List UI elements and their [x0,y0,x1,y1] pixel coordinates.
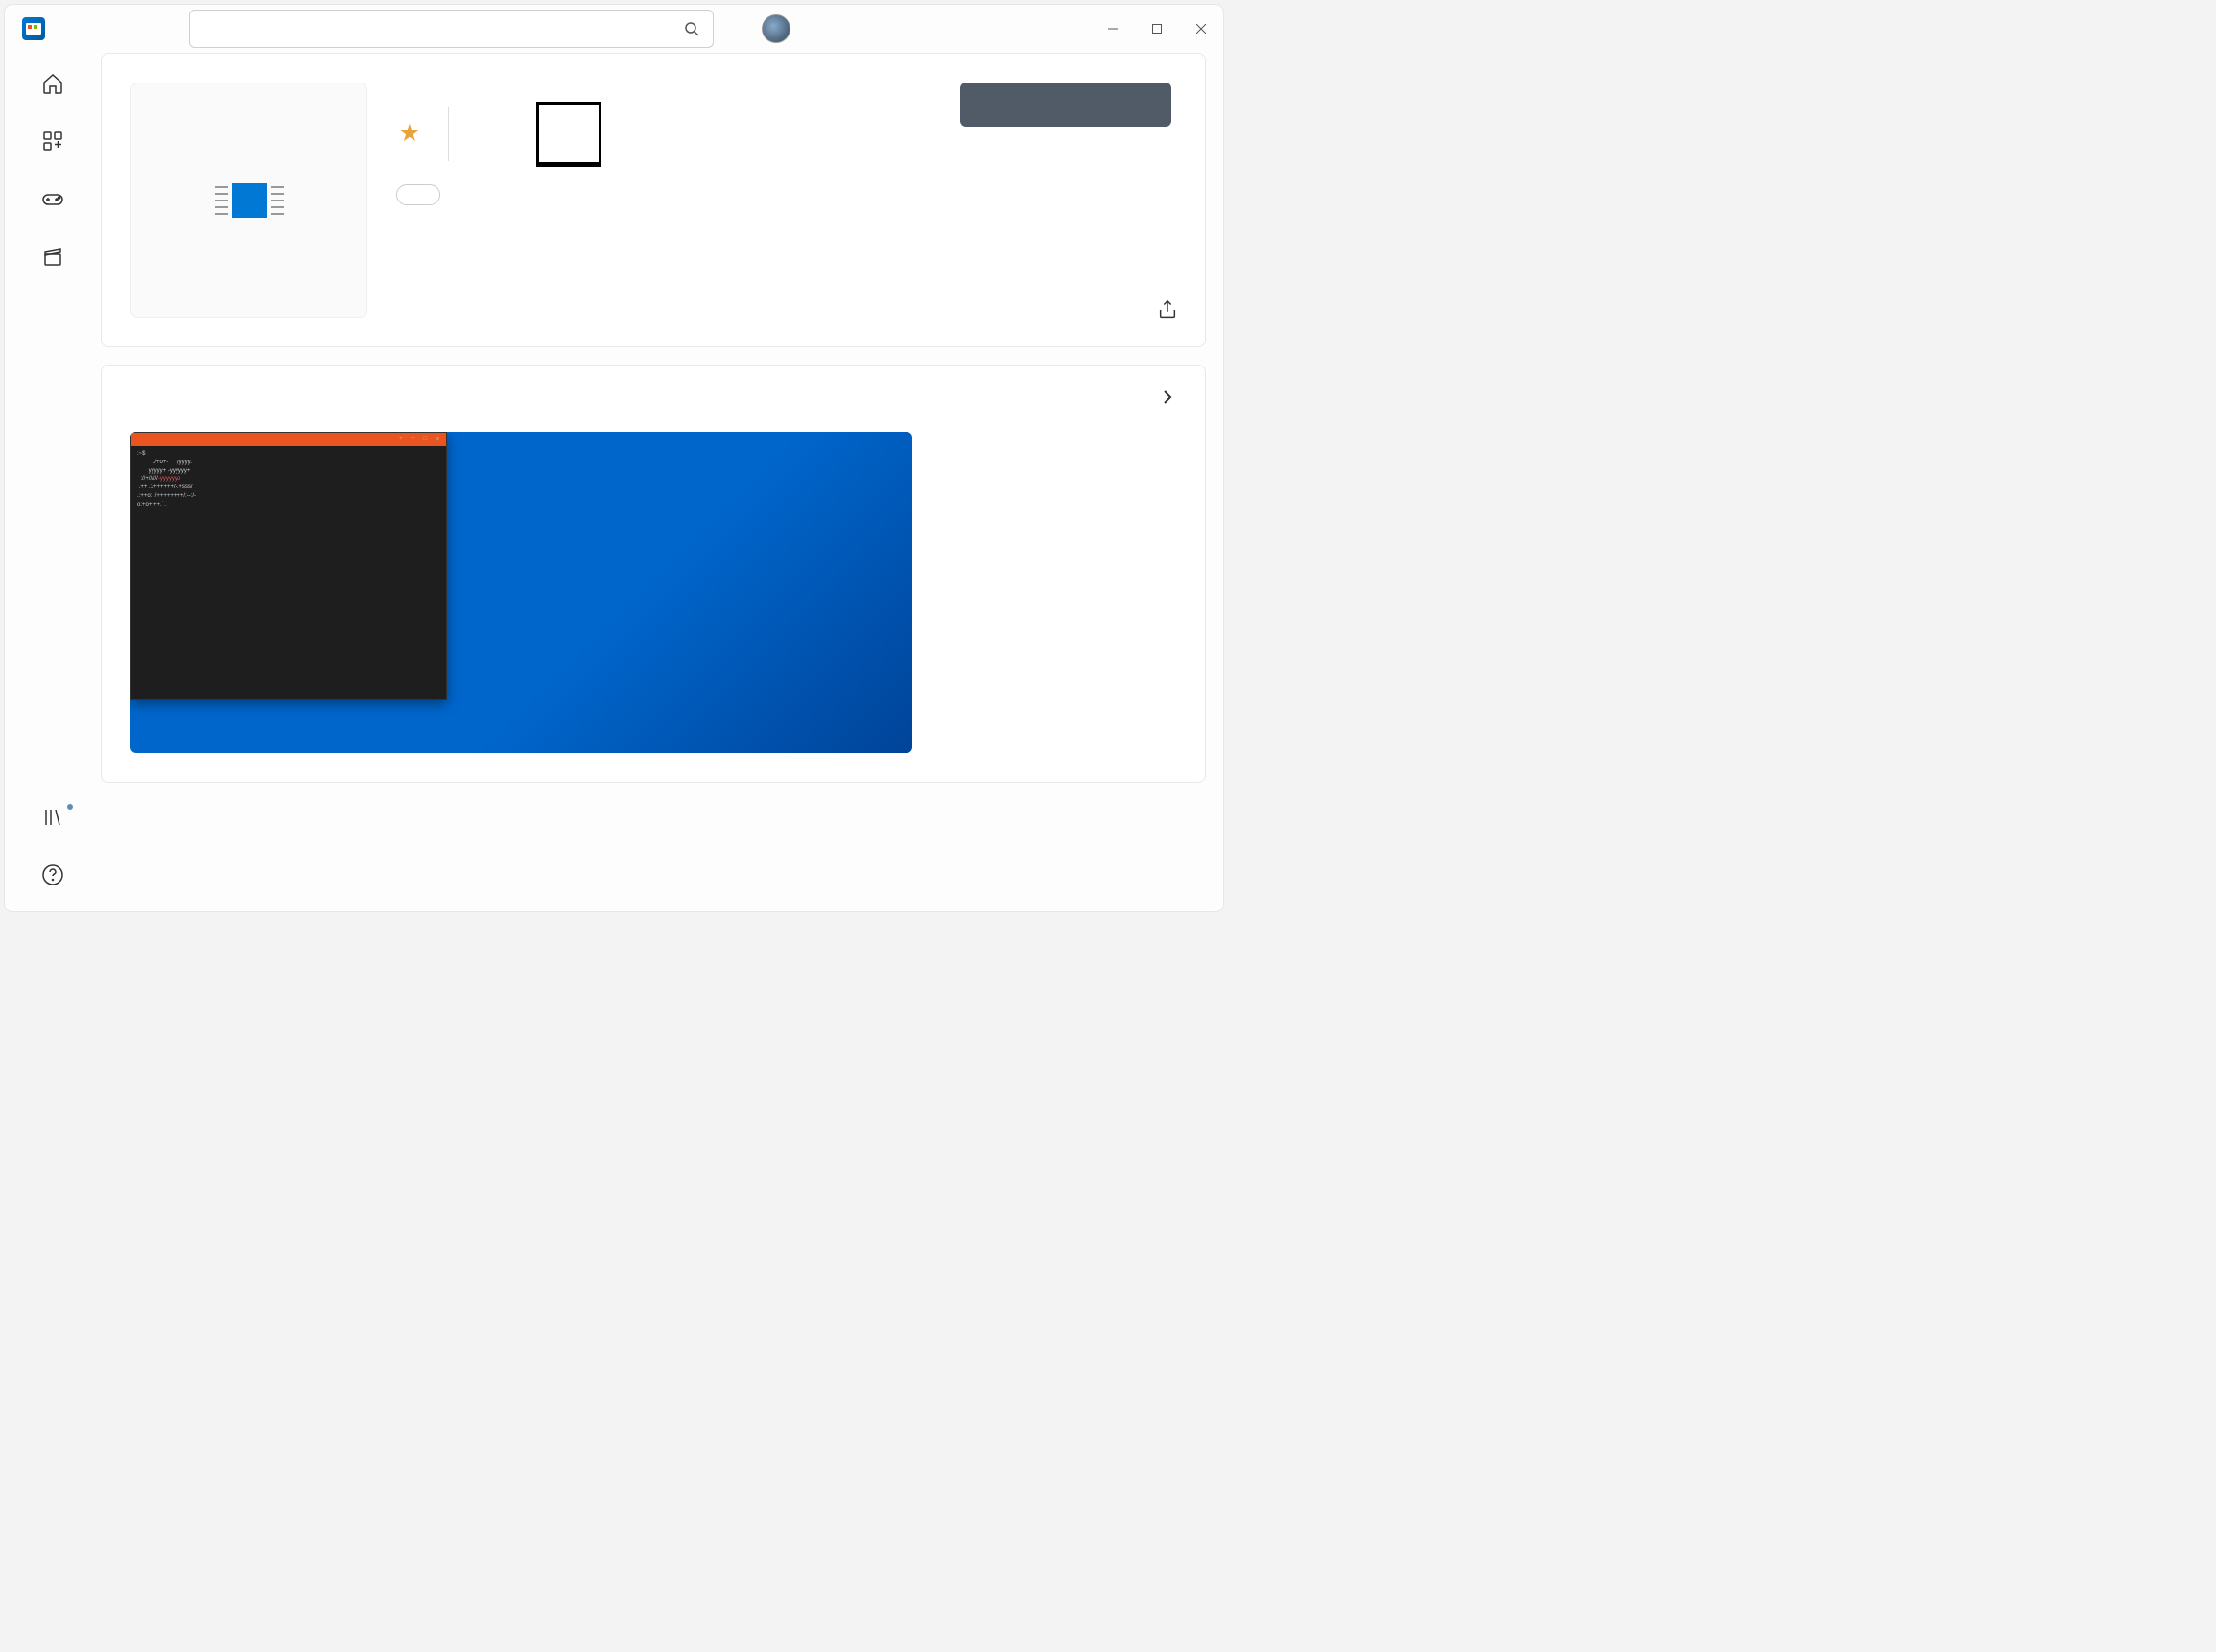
app-window: ★ [5,5,1223,911]
store-logo-icon [22,17,45,40]
screenshots-more-button[interactable] [1159,389,1176,411]
search-box[interactable] [189,10,714,48]
nav-help[interactable] [19,863,86,892]
app-hero-card: ★ [101,53,1206,347]
esrb-letter [539,105,599,162]
nav-gaming[interactable] [19,187,86,216]
maximize-button[interactable] [1135,13,1179,44]
help-icon [41,863,64,886]
apps-icon [41,130,64,153]
nav-apps[interactable] [19,130,86,158]
movies-icon [41,245,64,268]
star-icon: ★ [400,121,419,146]
category-tag[interactable] [396,184,440,205]
action-column [955,83,1176,318]
titlebar [5,5,1223,53]
content-scroll[interactable]: ★ [101,53,1223,911]
close-button[interactable] [1179,13,1223,44]
esrb-rating[interactable] [507,102,619,167]
screenshots-card: +─□✕ :~$ ./+o+- yyyyy. yyyyy+ -yyyyyy+ :… [101,365,1206,783]
esrb-badge-icon [536,102,601,167]
stat-ratings[interactable] [449,133,507,135]
stats-row: ★ [396,102,927,167]
esrb-bar [539,162,599,164]
share-button[interactable] [1157,299,1178,325]
home-icon [41,72,64,95]
hero-main: ★ [396,83,927,318]
stat-average[interactable]: ★ [396,121,448,148]
nav-movies-tv[interactable] [19,245,86,273]
search-icon [684,21,699,36]
screenshot-1[interactable]: +─□✕ :~$ ./+o+- yyyyy. yyyyy+ -yyyyyy+ :… [130,432,912,753]
search-input[interactable] [203,19,684,38]
main-area: ★ [5,53,1223,911]
sidebar [5,53,101,911]
library-icon [41,806,64,829]
get-button[interactable] [960,83,1171,127]
user-avatar[interactable] [762,14,790,43]
app-icon [130,83,367,318]
nav-library[interactable] [19,806,86,835]
chevron-right-icon [1159,389,1176,406]
window-controls [1091,13,1223,44]
screenshots-row[interactable]: +─□✕ :~$ ./+o+- yyyyy. yyyyy+ -yyyyyy+ :… [130,432,1176,753]
minimize-button[interactable] [1091,13,1135,44]
gaming-icon [41,187,64,210]
share-icon [1157,299,1178,320]
nav-home[interactable] [19,72,86,101]
